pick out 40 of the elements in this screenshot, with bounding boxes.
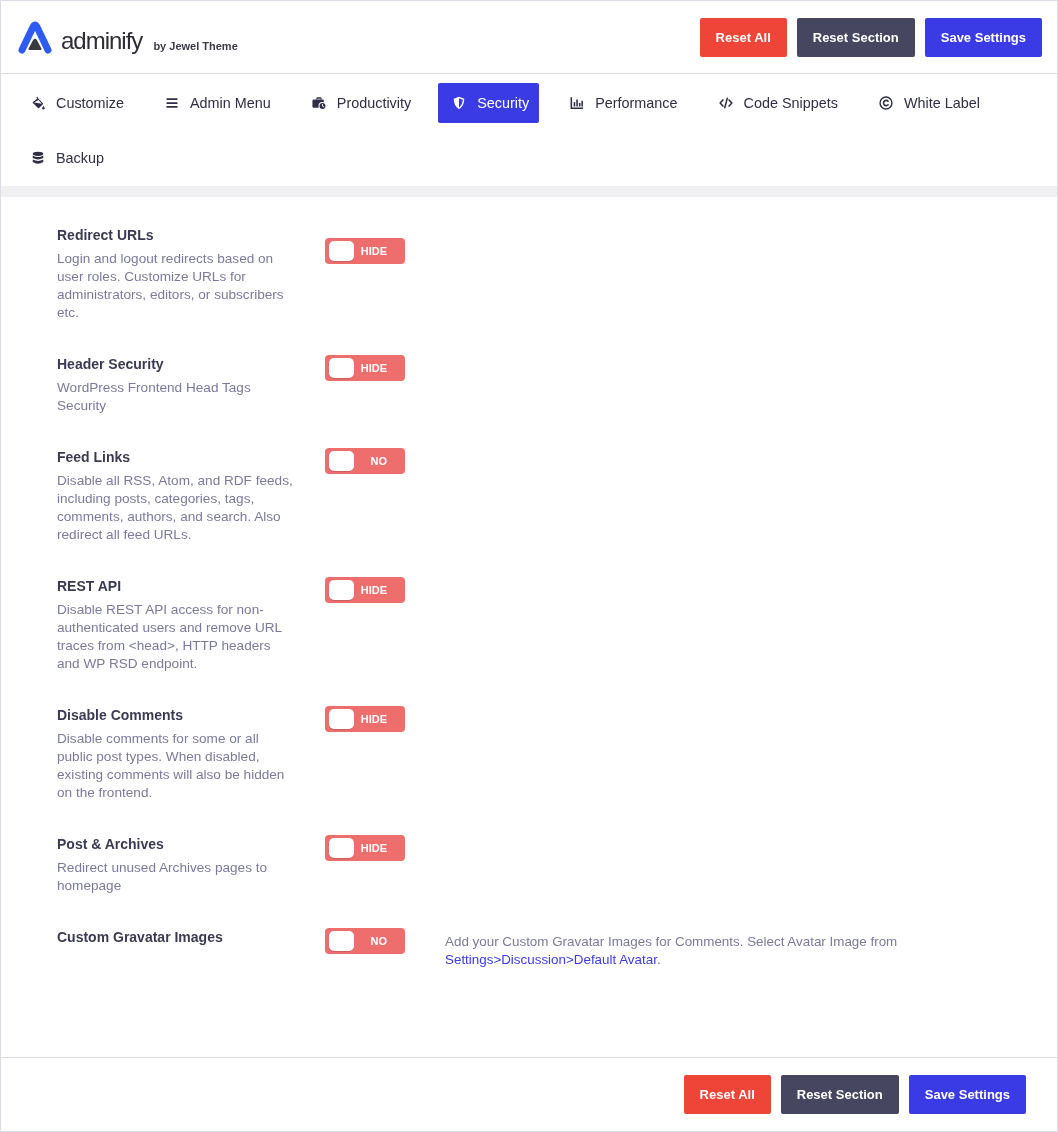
reset-section-button[interactable]: Reset Section — [780, 1075, 899, 1114]
setting-description: Disable all RSS, Atom, and RDF feeds, including posts, categories, tags, comments, authors, and search. Also redirect all feed URLs. — [57, 472, 293, 544]
paint-bucket-icon — [31, 96, 45, 110]
settings-tab[interactable]: Performance — [556, 83, 688, 123]
setting-description: Disable REST API access for non-authenticated users and remove URL traces from <head>, HTTP headers and WP RSD endpoint. — [57, 601, 283, 673]
settings-tab[interactable]: Code Snippets — [704, 83, 848, 123]
setting-description: Redirect unused Archives pages to homepage — [57, 859, 269, 895]
settings-tab[interactable]: Customize — [17, 83, 134, 123]
setting-title: Feed Links — [57, 449, 132, 465]
help-text: Add your Custom Gravatar Images for Comments. Select Avatar Image from Settings>Discussion>Default Avatar. — [445, 933, 899, 969]
menu-icon — [165, 96, 179, 110]
save-settings-button[interactable]: Save Settings — [908, 1075, 1026, 1114]
setting-description: Login and logout redirects based on user roles. Customize URLs for administrators, editors, or subscribers etc. — [57, 250, 285, 322]
setting-title: REST API — [57, 578, 123, 594]
logo-text: adminify — [61, 27, 143, 55]
reset-all-button[interactable]: Reset All — [699, 17, 787, 57]
save-settings-button[interactable]: Save Settings — [924, 17, 1042, 57]
copyright-icon — [878, 96, 893, 110]
briefcase-icon — [311, 96, 326, 110]
settings-tab[interactable]: Productivity — [297, 83, 422, 123]
settings-tab[interactable]: White Label — [864, 83, 990, 123]
logo-icon — [17, 19, 53, 55]
setting-description: WordPress Frontend Head Tags Security — [57, 379, 252, 415]
settings-tab[interactable]: Backup — [17, 138, 114, 178]
settings-tab[interactable]: Security — [438, 83, 540, 123]
reset-all-button[interactable]: Reset All — [683, 1075, 771, 1114]
setting-title: Disable Comments — [57, 707, 185, 723]
byline: by Jewel Theme — [153, 39, 238, 53]
setting-description: Disable comments for some or all public post types. When disabled, existing comments will also be hidden on the frontend. — [57, 730, 286, 802]
setting-title: Custom Gravatar Images — [57, 929, 224, 945]
setting-title: Post & Archives — [57, 836, 165, 852]
setting-title: Header Security — [57, 356, 165, 372]
code-icon — [718, 96, 733, 110]
settings-tab[interactable]: Admin Menu — [151, 83, 281, 123]
discussion-settings-link[interactable]: Settings>Discussion>Default Avatar — [445, 952, 657, 967]
bar-chart-icon — [570, 96, 585, 110]
setting-title: Redirect URLs — [57, 227, 155, 243]
reset-section-button[interactable]: Reset Section — [796, 17, 915, 57]
shield-icon — [452, 96, 467, 110]
database-icon — [31, 151, 45, 165]
